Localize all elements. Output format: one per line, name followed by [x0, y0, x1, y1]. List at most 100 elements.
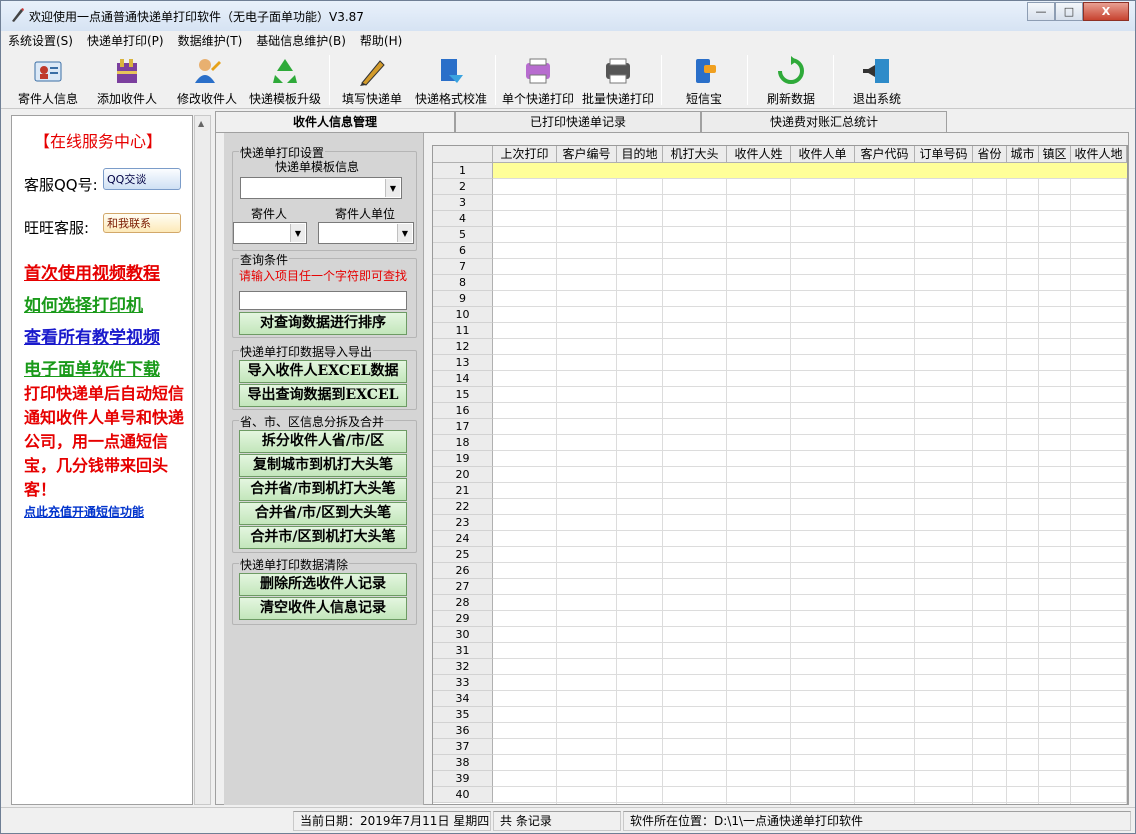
table-row[interactable]: [493, 387, 1127, 403]
add-recipient-button[interactable]: 添加收件人: [91, 53, 163, 107]
column-header[interactable]: 客户代码: [855, 146, 915, 163]
table-row[interactable]: [493, 707, 1127, 723]
column-header[interactable]: 上次打印: [493, 146, 557, 163]
close-button[interactable]: X: [1083, 2, 1129, 21]
wangwang-contact-button[interactable]: 和我联系: [103, 213, 181, 233]
video-tutorial-link[interactable]: 首次使用视频教程: [24, 259, 160, 284]
batch-print-button[interactable]: 批量快递打印: [579, 53, 657, 107]
delete-selected-button[interactable]: 删除所选收件人记录: [239, 573, 407, 596]
tab-recipient-management[interactable]: 收件人信息管理: [215, 111, 455, 134]
table-row[interactable]: [493, 259, 1127, 275]
row-number[interactable]: 38: [433, 755, 493, 771]
column-header[interactable]: 收件人地: [1071, 146, 1127, 163]
recharge-sms-link[interactable]: 点此充值开通短信功能: [24, 503, 144, 520]
column-header[interactable]: 城市: [1007, 146, 1039, 163]
table-row[interactable]: [493, 291, 1127, 307]
table-row[interactable]: [493, 355, 1127, 371]
row-number[interactable]: 12: [433, 339, 493, 355]
maximize-button[interactable]: □: [1055, 2, 1083, 21]
row-number[interactable]: 4: [433, 211, 493, 227]
e-waybill-download-link[interactable]: 电子面单软件下载: [24, 355, 160, 380]
merge-city-district-button[interactable]: 合并市/区到机打大头笔: [239, 526, 407, 549]
row-number[interactable]: 3: [433, 195, 493, 211]
column-header[interactable]: 目的地: [617, 146, 663, 163]
clear-all-button[interactable]: 清空收件人信息记录: [239, 597, 407, 620]
refresh-button[interactable]: 刷新数据: [757, 53, 825, 107]
row-number[interactable]: 5: [433, 227, 493, 243]
row-number[interactable]: 35: [433, 707, 493, 723]
table-row[interactable]: [493, 659, 1127, 675]
table-row[interactable]: [493, 787, 1127, 803]
merge-province-city-district-button[interactable]: 合并省/市/区到大头笔: [239, 502, 407, 525]
row-number[interactable]: 21: [433, 483, 493, 499]
row-number[interactable]: 7: [433, 259, 493, 275]
table-row[interactable]: [493, 547, 1127, 563]
column-header[interactable]: 订单号码: [915, 146, 973, 163]
sort-query-button[interactable]: 对查询数据进行排序: [239, 312, 407, 335]
row-number[interactable]: 22: [433, 499, 493, 515]
table-row[interactable]: [493, 451, 1127, 467]
table-row[interactable]: [493, 755, 1127, 771]
split-region-button[interactable]: 拆分收件人省/市/区: [239, 430, 407, 453]
table-row[interactable]: [493, 563, 1127, 579]
table-row[interactable]: [493, 739, 1127, 755]
all-videos-link[interactable]: 查看所有教学视频: [24, 323, 160, 348]
table-row[interactable]: [493, 307, 1127, 323]
table-row[interactable]: [493, 691, 1127, 707]
sender-unit-select[interactable]: ▼: [318, 222, 414, 244]
row-number[interactable]: 28: [433, 595, 493, 611]
row-number[interactable]: 10: [433, 307, 493, 323]
table-row[interactable]: [493, 419, 1127, 435]
left-panel-scrollbar[interactable]: ▲: [194, 115, 211, 805]
row-number[interactable]: 9: [433, 291, 493, 307]
sender-info-button[interactable]: 寄件人信息: [9, 53, 87, 107]
table-row[interactable]: [493, 275, 1127, 291]
table-row[interactable]: [493, 771, 1127, 787]
row-number[interactable]: 11: [433, 323, 493, 339]
qq-chat-button[interactable]: QQ交谈: [103, 168, 181, 190]
row-number[interactable]: 24: [433, 531, 493, 547]
row-number[interactable]: 29: [433, 611, 493, 627]
row-number[interactable]: 27: [433, 579, 493, 595]
table-row[interactable]: [493, 627, 1127, 643]
table-row[interactable]: [493, 579, 1127, 595]
row-number[interactable]: 20: [433, 467, 493, 483]
menu-system[interactable]: 系统设置(S): [1, 31, 80, 51]
choose-printer-link[interactable]: 如何选择打印机: [24, 291, 143, 316]
row-number[interactable]: 8: [433, 275, 493, 291]
table-row[interactable]: [493, 499, 1127, 515]
format-calibrate-button[interactable]: 快递格式校准: [411, 53, 491, 107]
column-header[interactable]: 省份: [973, 146, 1007, 163]
row-number[interactable]: 25: [433, 547, 493, 563]
table-row[interactable]: [493, 611, 1127, 627]
row-number[interactable]: 1: [433, 163, 493, 179]
tab-fee-statistics[interactable]: 快递费对账汇总统计: [701, 111, 947, 133]
row-number[interactable]: 32: [433, 659, 493, 675]
tab-printed-records[interactable]: 已打印快递单记录: [455, 111, 701, 133]
row-number[interactable]: 37: [433, 739, 493, 755]
row-number[interactable]: 14: [433, 371, 493, 387]
column-header[interactable]: 客户编号: [557, 146, 617, 163]
title-bar[interactable]: 欢迎使用一点通普通快递单打印软件（无电子面单功能）V3.87 — □ X: [1, 1, 1135, 31]
chevron-down-icon[interactable]: ▼: [397, 224, 412, 242]
table-row[interactable]: [493, 723, 1127, 739]
copy-city-button[interactable]: 复制城市到机打大头笔: [239, 454, 407, 477]
row-number[interactable]: 23: [433, 515, 493, 531]
scroll-up-icon[interactable]: ▲: [198, 119, 204, 128]
row-number[interactable]: 33: [433, 675, 493, 691]
recipient-grid[interactable]: 上次打印 客户编号 目的地 机打大头 收件人姓 收件人单 客户代码 订单号码 省份 城市 镇区 收件人…: [432, 145, 1128, 805]
column-header[interactable]: 镇区: [1039, 146, 1071, 163]
edit-recipient-button[interactable]: 修改收件人: [171, 53, 243, 107]
exit-button[interactable]: 退出系统: [843, 53, 911, 107]
table-row[interactable]: [493, 163, 1127, 179]
table-row[interactable]: [493, 323, 1127, 339]
table-row[interactable]: [493, 179, 1127, 195]
row-number[interactable]: 2: [433, 179, 493, 195]
table-row[interactable]: [493, 467, 1127, 483]
row-number[interactable]: 17: [433, 419, 493, 435]
column-header[interactable]: 收件人单: [791, 146, 855, 163]
template-select[interactable]: ▼: [240, 177, 402, 199]
query-input[interactable]: [239, 291, 407, 310]
row-number[interactable]: 31: [433, 643, 493, 659]
row-number[interactable]: 13: [433, 355, 493, 371]
